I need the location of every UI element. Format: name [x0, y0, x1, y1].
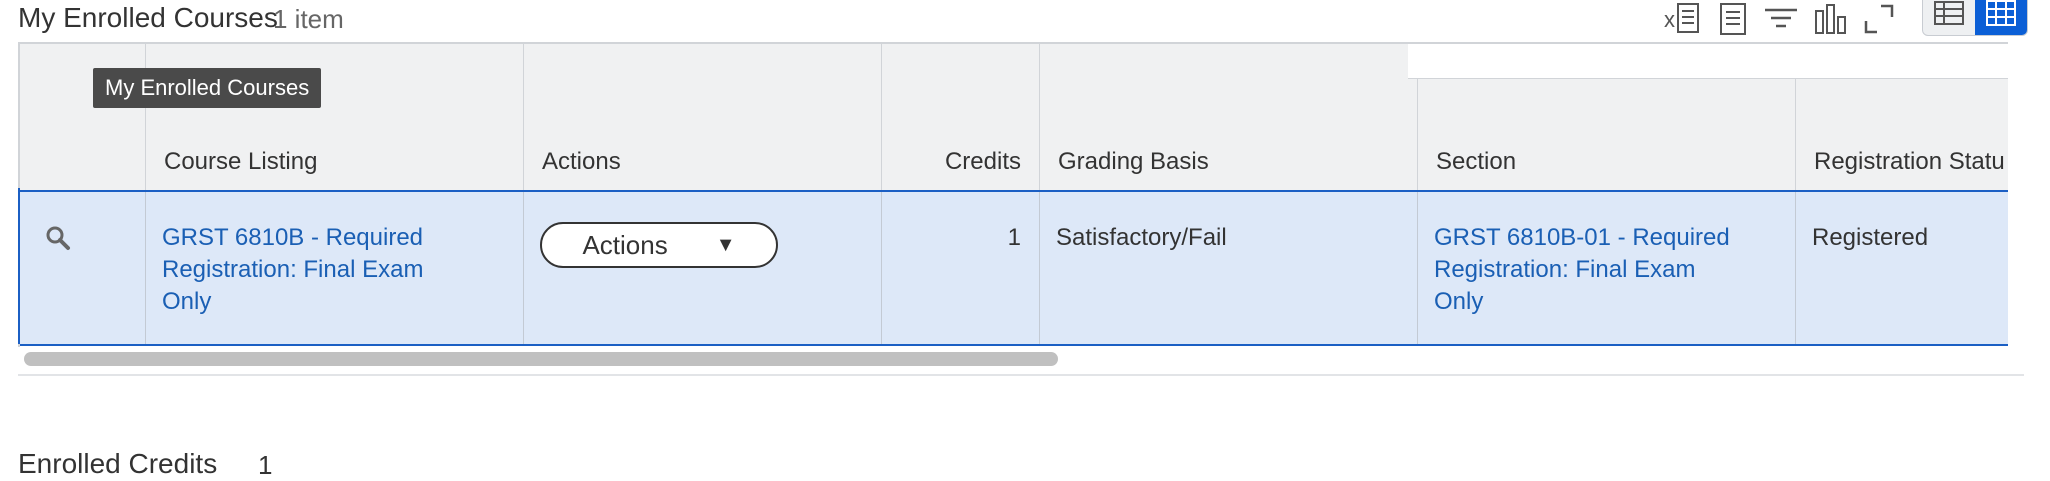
- course-listing-line: Only: [162, 288, 212, 315]
- fullscreen-icon[interactable]: [1858, 0, 1900, 38]
- svg-text:x: x: [1664, 7, 1675, 32]
- section-line: GRST 6810B-01 - Required: [1434, 224, 1730, 251]
- caret-down-icon: ▼: [715, 233, 736, 256]
- column-label: Section: [1436, 148, 1517, 175]
- print-icon[interactable]: [1712, 0, 1754, 38]
- table-view-icon[interactable]: [1923, 0, 1975, 35]
- column-label: Course Listing: [164, 148, 318, 175]
- enrolled-credits-label: Enrolled Credits: [18, 448, 218, 479]
- credits-cell: 1: [882, 192, 1040, 344]
- horizontal-scrollbar[interactable]: [18, 352, 2008, 372]
- scrollbar-thumb[interactable]: [24, 352, 1058, 366]
- magnifier-icon[interactable]: [44, 224, 72, 257]
- column-header-course-listing[interactable]: Course Listing: [146, 44, 524, 190]
- column-header-row-icon: [20, 44, 146, 190]
- enrolled-credits-value: 1: [258, 450, 273, 480]
- column-label: Credits: [944, 148, 1021, 175]
- section-link[interactable]: GRST 6810B-01 - Required Registration: F…: [1434, 222, 1730, 318]
- actions-cell: Actions ▼: [524, 192, 882, 344]
- view-toggle: [1922, 0, 2028, 36]
- grid-view-icon[interactable]: [1975, 0, 2027, 35]
- column-label: Registration Statu: [1814, 148, 2005, 175]
- divider: [18, 374, 2024, 376]
- tooltip: My Enrolled Courses: [93, 68, 322, 108]
- excel-export-icon[interactable]: x: [1662, 0, 1704, 38]
- column-label: Grading Basis: [1058, 148, 1209, 175]
- section-line: Only: [1434, 288, 1484, 315]
- grading-basis-value: Satisfactory/Fail: [1056, 224, 1227, 251]
- header-group-spacer: [1408, 44, 2008, 79]
- filter-icon[interactable]: [1760, 0, 1802, 38]
- column-header-credits[interactable]: Credits: [882, 44, 1040, 190]
- column-header-actions[interactable]: Actions: [524, 44, 882, 190]
- course-listing-line: Registration: Final Exam: [162, 256, 424, 283]
- credits-value: 1: [1007, 224, 1021, 251]
- row-selection-border: [18, 188, 20, 344]
- chart-icon[interactable]: [1810, 0, 1852, 38]
- registration-status-value: Registered: [1812, 224, 1929, 251]
- column-label: Actions: [542, 148, 621, 175]
- section-line: Registration: Final Exam: [1434, 256, 1696, 283]
- actions-dropdown-button[interactable]: Actions ▼: [540, 222, 778, 268]
- course-listing-link[interactable]: GRST 6810B - Required Registration: Fina…: [162, 222, 423, 318]
- row-inspect-cell[interactable]: [20, 192, 146, 344]
- course-listing-line: GRST 6810B - Required: [162, 224, 424, 251]
- course-listing-cell: GRST 6810B - Required Registration: Fina…: [146, 192, 524, 344]
- page-title: My Enrolled Courses: [18, 2, 278, 33]
- grading-basis-cell: Satisfactory/Fail: [1040, 192, 1418, 344]
- actions-label: Actions: [582, 229, 668, 260]
- table-row[interactable]: GRST 6810B - Required Registration: Fina…: [20, 190, 2008, 346]
- item-count: 1 item: [273, 4, 344, 34]
- registration-status-cell: Registered: [1796, 192, 2008, 344]
- column-header-grading-basis[interactable]: Grading Basis: [1040, 44, 1418, 190]
- section-cell: GRST 6810B-01 - Required Registration: F…: [1418, 192, 1796, 344]
